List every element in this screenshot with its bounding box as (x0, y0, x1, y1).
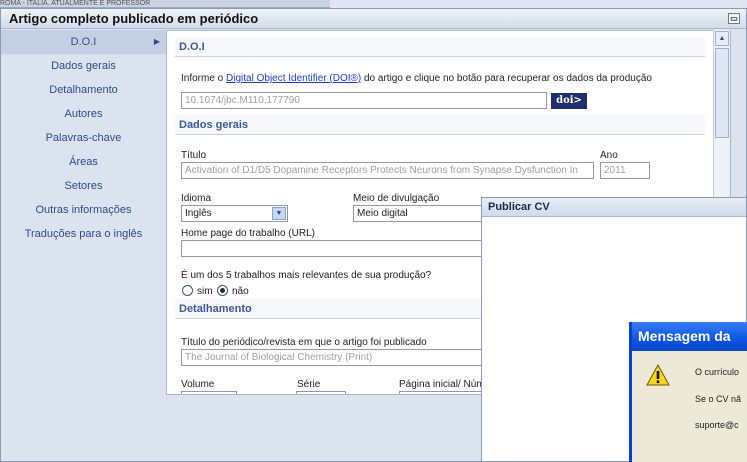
sidebar-item-autores[interactable]: Autores (1, 102, 166, 126)
sidebar-item-doi[interactable]: D.O.I ▶ (1, 30, 166, 54)
sidebar-item-label: Setores (64, 180, 103, 192)
sidebar-item-label: Autores (64, 108, 103, 120)
message-title: Mensagem da (632, 322, 747, 351)
sidebar-item-palavras-chave[interactable]: Palavras-chave (1, 126, 166, 150)
year-label: Ano (600, 150, 618, 161)
series-label: Série (297, 379, 321, 390)
sidebar-item-label: Traduções para o inglês (24, 228, 143, 240)
sidebar-item-setores[interactable]: Setores (1, 174, 166, 198)
sidebar-item-traducoes[interactable]: Traduções para o inglês (1, 222, 166, 246)
section-header-doi: D.O.I (175, 37, 705, 57)
year-input[interactable]: 2011 (600, 162, 650, 179)
scroll-thumb[interactable] (715, 48, 729, 138)
sidebar-item-areas[interactable]: Áreas (1, 150, 166, 174)
doi-info-link[interactable]: Digital Object Identifier (DOI®) (226, 73, 361, 84)
sidebar-item-dados-gerais[interactable]: Dados gerais (1, 54, 166, 78)
background-window-strip: ROMA - ITALIA. ATUALMENTE É PROFESSOR (0, 0, 330, 8)
series-input[interactable] (296, 391, 346, 394)
dialog-title-bar: Artigo completo publicado em periódico ▭ (1, 9, 746, 29)
doi-prompt: Informe o Digital Object Identifier (DOI… (181, 73, 652, 84)
doi-lookup-button[interactable]: doi> (551, 93, 587, 109)
message-line: suporte@c (695, 420, 739, 430)
doi-prompt-text: Informe o (181, 73, 227, 84)
chevron-down-icon: ▼ (272, 207, 286, 220)
sidebar-item-label: Outras informações (35, 204, 132, 216)
message-dialog: Mensagem da O currículo Se o CV nã supor… (629, 322, 747, 462)
play-arrow-icon: ▶ (153, 37, 160, 46)
sidebar-item-outras-informacoes[interactable]: Outras informações (1, 198, 166, 222)
publicar-cv-title: Publicar CV (482, 198, 746, 217)
title-label: Título (181, 150, 207, 161)
volume-input[interactable]: 286 (181, 391, 237, 394)
sidebar-item-detalhamento[interactable]: Detalhamento (1, 78, 166, 102)
sidebar-item-label: Dados gerais (51, 60, 116, 72)
language-select-value: Inglês (185, 208, 212, 219)
sidebar-item-label: Palavras-chave (45, 132, 122, 144)
title-input[interactable]: Activation of D1/D5 Dopamine Receptors P… (181, 162, 594, 179)
background-text: ROMA - ITALIA. ATUALMENTE É PROFESSOR (0, 0, 151, 7)
start-page-label: Página inicial/ Nún (399, 379, 482, 390)
medium-label: Meio de divulgação (353, 193, 440, 204)
volume-label: Volume (181, 379, 215, 390)
start-page-input[interactable]: 3270 (399, 391, 484, 394)
section-header-dados-gerais: Dados gerais (175, 115, 705, 135)
journal-input[interactable]: The Journal of Biological Chemistry (Pri… (181, 349, 501, 366)
message-line: O currículo (695, 367, 740, 377)
homepage-label: Home page do trabalho (URL) (181, 228, 315, 239)
sidebar-item-label: D.O.I (70, 36, 97, 48)
sidebar-item-label: Detalhamento (49, 84, 118, 96)
journal-label: Título do periódico/revista em que o art… (181, 337, 427, 348)
scroll-up-icon[interactable]: ▲ (715, 31, 729, 46)
sidebar-item-label: Áreas (69, 156, 98, 168)
sidebar: D.O.I ▶ Dados gerais Detalhamento Autore… (1, 30, 166, 246)
warning-icon (646, 364, 670, 386)
homepage-input[interactable] (181, 240, 501, 257)
dialog-title: Artigo completo publicado em periódico (9, 11, 259, 26)
radio-sim-label: sim (197, 286, 213, 297)
language-label: Idioma (181, 193, 212, 204)
doi-prompt-text: do artigo e clique no botão para recuper… (361, 73, 652, 84)
window-restore-icon[interactable]: ▭ (728, 13, 740, 24)
relevance-question: É um dos 5 trabalhos mais relevantes de … (181, 270, 432, 281)
language-select[interactable]: Inglês ▼ (181, 205, 288, 222)
radio-nao[interactable] (217, 285, 228, 296)
doi-input[interactable]: 10.1074/jbc.M110.177790 (181, 92, 547, 109)
radio-sim[interactable] (182, 285, 193, 296)
radio-nao-label: não (232, 286, 249, 297)
message-line: Se o CV nã (695, 394, 742, 404)
